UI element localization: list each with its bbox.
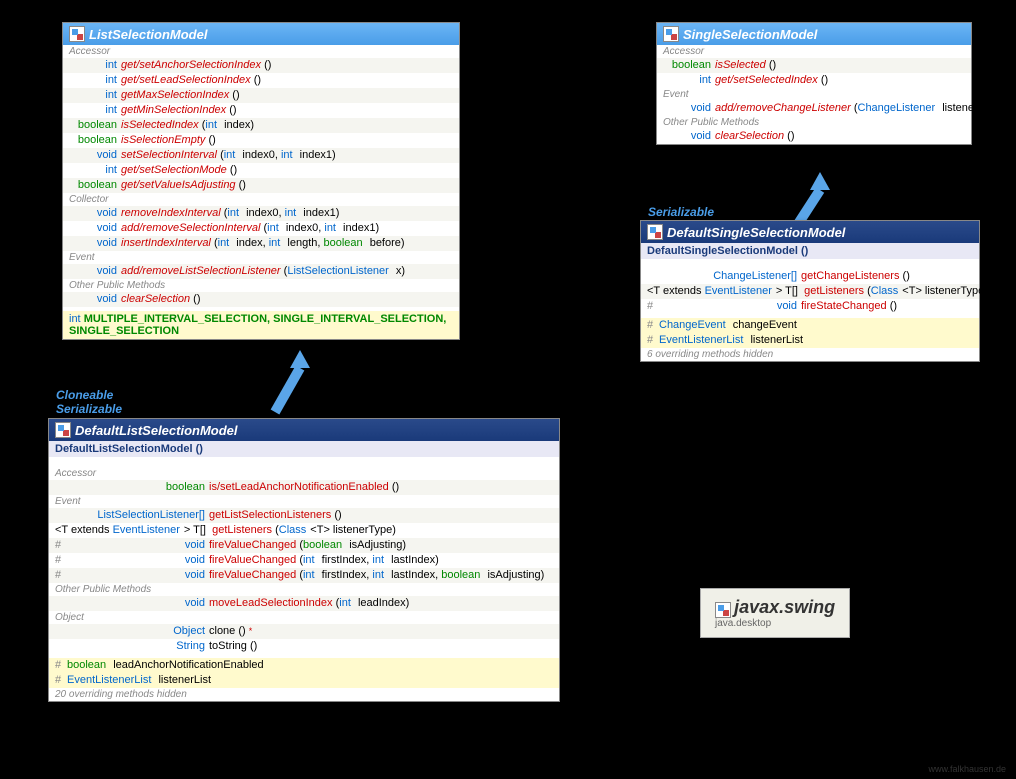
- constants-lsm: int MULTIPLE_INTERVAL_SELECTION, SINGLE_…: [63, 311, 459, 339]
- section-collector: Collector: [63, 193, 459, 206]
- box-list-selection-model: ListSelectionModel Accessor intget/setAn…: [62, 22, 460, 340]
- header-ssm: SingleSelectionModel: [657, 23, 971, 45]
- package-label: javax.swing java.desktop: [700, 588, 850, 638]
- footer-link[interactable]: www.falkhausen.de: [928, 764, 1006, 774]
- package-module: java.desktop: [715, 618, 835, 629]
- tag-serializable2: Serializable: [648, 205, 714, 219]
- class-icon: [647, 224, 663, 240]
- section-other: Other Public Methods: [63, 279, 459, 292]
- section-event: Event: [63, 251, 459, 264]
- tag-serializable: Serializable: [56, 402, 122, 416]
- connector-lsm-dlsm: [260, 350, 340, 420]
- ctor-dssm: DefaultSingleSelectionModel (): [647, 245, 808, 257]
- header-lsm: ListSelectionModel: [63, 23, 459, 45]
- title-ssm: SingleSelectionModel: [683, 27, 817, 42]
- box-default-single-selection-model: DefaultSingleSelectionModel DefaultSingl…: [640, 220, 980, 362]
- class-icon: [55, 422, 71, 438]
- title-dlsm: DefaultListSelectionModel: [75, 423, 238, 438]
- header-dssm: DefaultSingleSelectionModel: [641, 221, 979, 243]
- package-icon: [715, 602, 731, 618]
- title-lsm: ListSelectionModel: [89, 27, 207, 42]
- title-dssm: DefaultSingleSelectionModel: [667, 225, 845, 240]
- box-single-selection-model: SingleSelectionModel Accessor booleanisS…: [656, 22, 972, 145]
- ctor-dlsm: DefaultListSelectionModel (): [55, 443, 203, 455]
- package-name: javax.swing: [734, 597, 835, 617]
- header-dlsm: DefaultListSelectionModel: [49, 419, 559, 441]
- interface-icon: [663, 26, 679, 42]
- interface-icon: [69, 26, 85, 42]
- section-accessor: Accessor: [63, 45, 459, 58]
- hidden-dlsm: 20 overriding methods hidden: [49, 688, 559, 701]
- box-default-list-selection-model: DefaultListSelectionModel DefaultListSel…: [48, 418, 560, 702]
- tag-cloneable: Cloneable: [56, 388, 113, 402]
- hidden-dssm: 6 overriding methods hidden: [641, 348, 979, 361]
